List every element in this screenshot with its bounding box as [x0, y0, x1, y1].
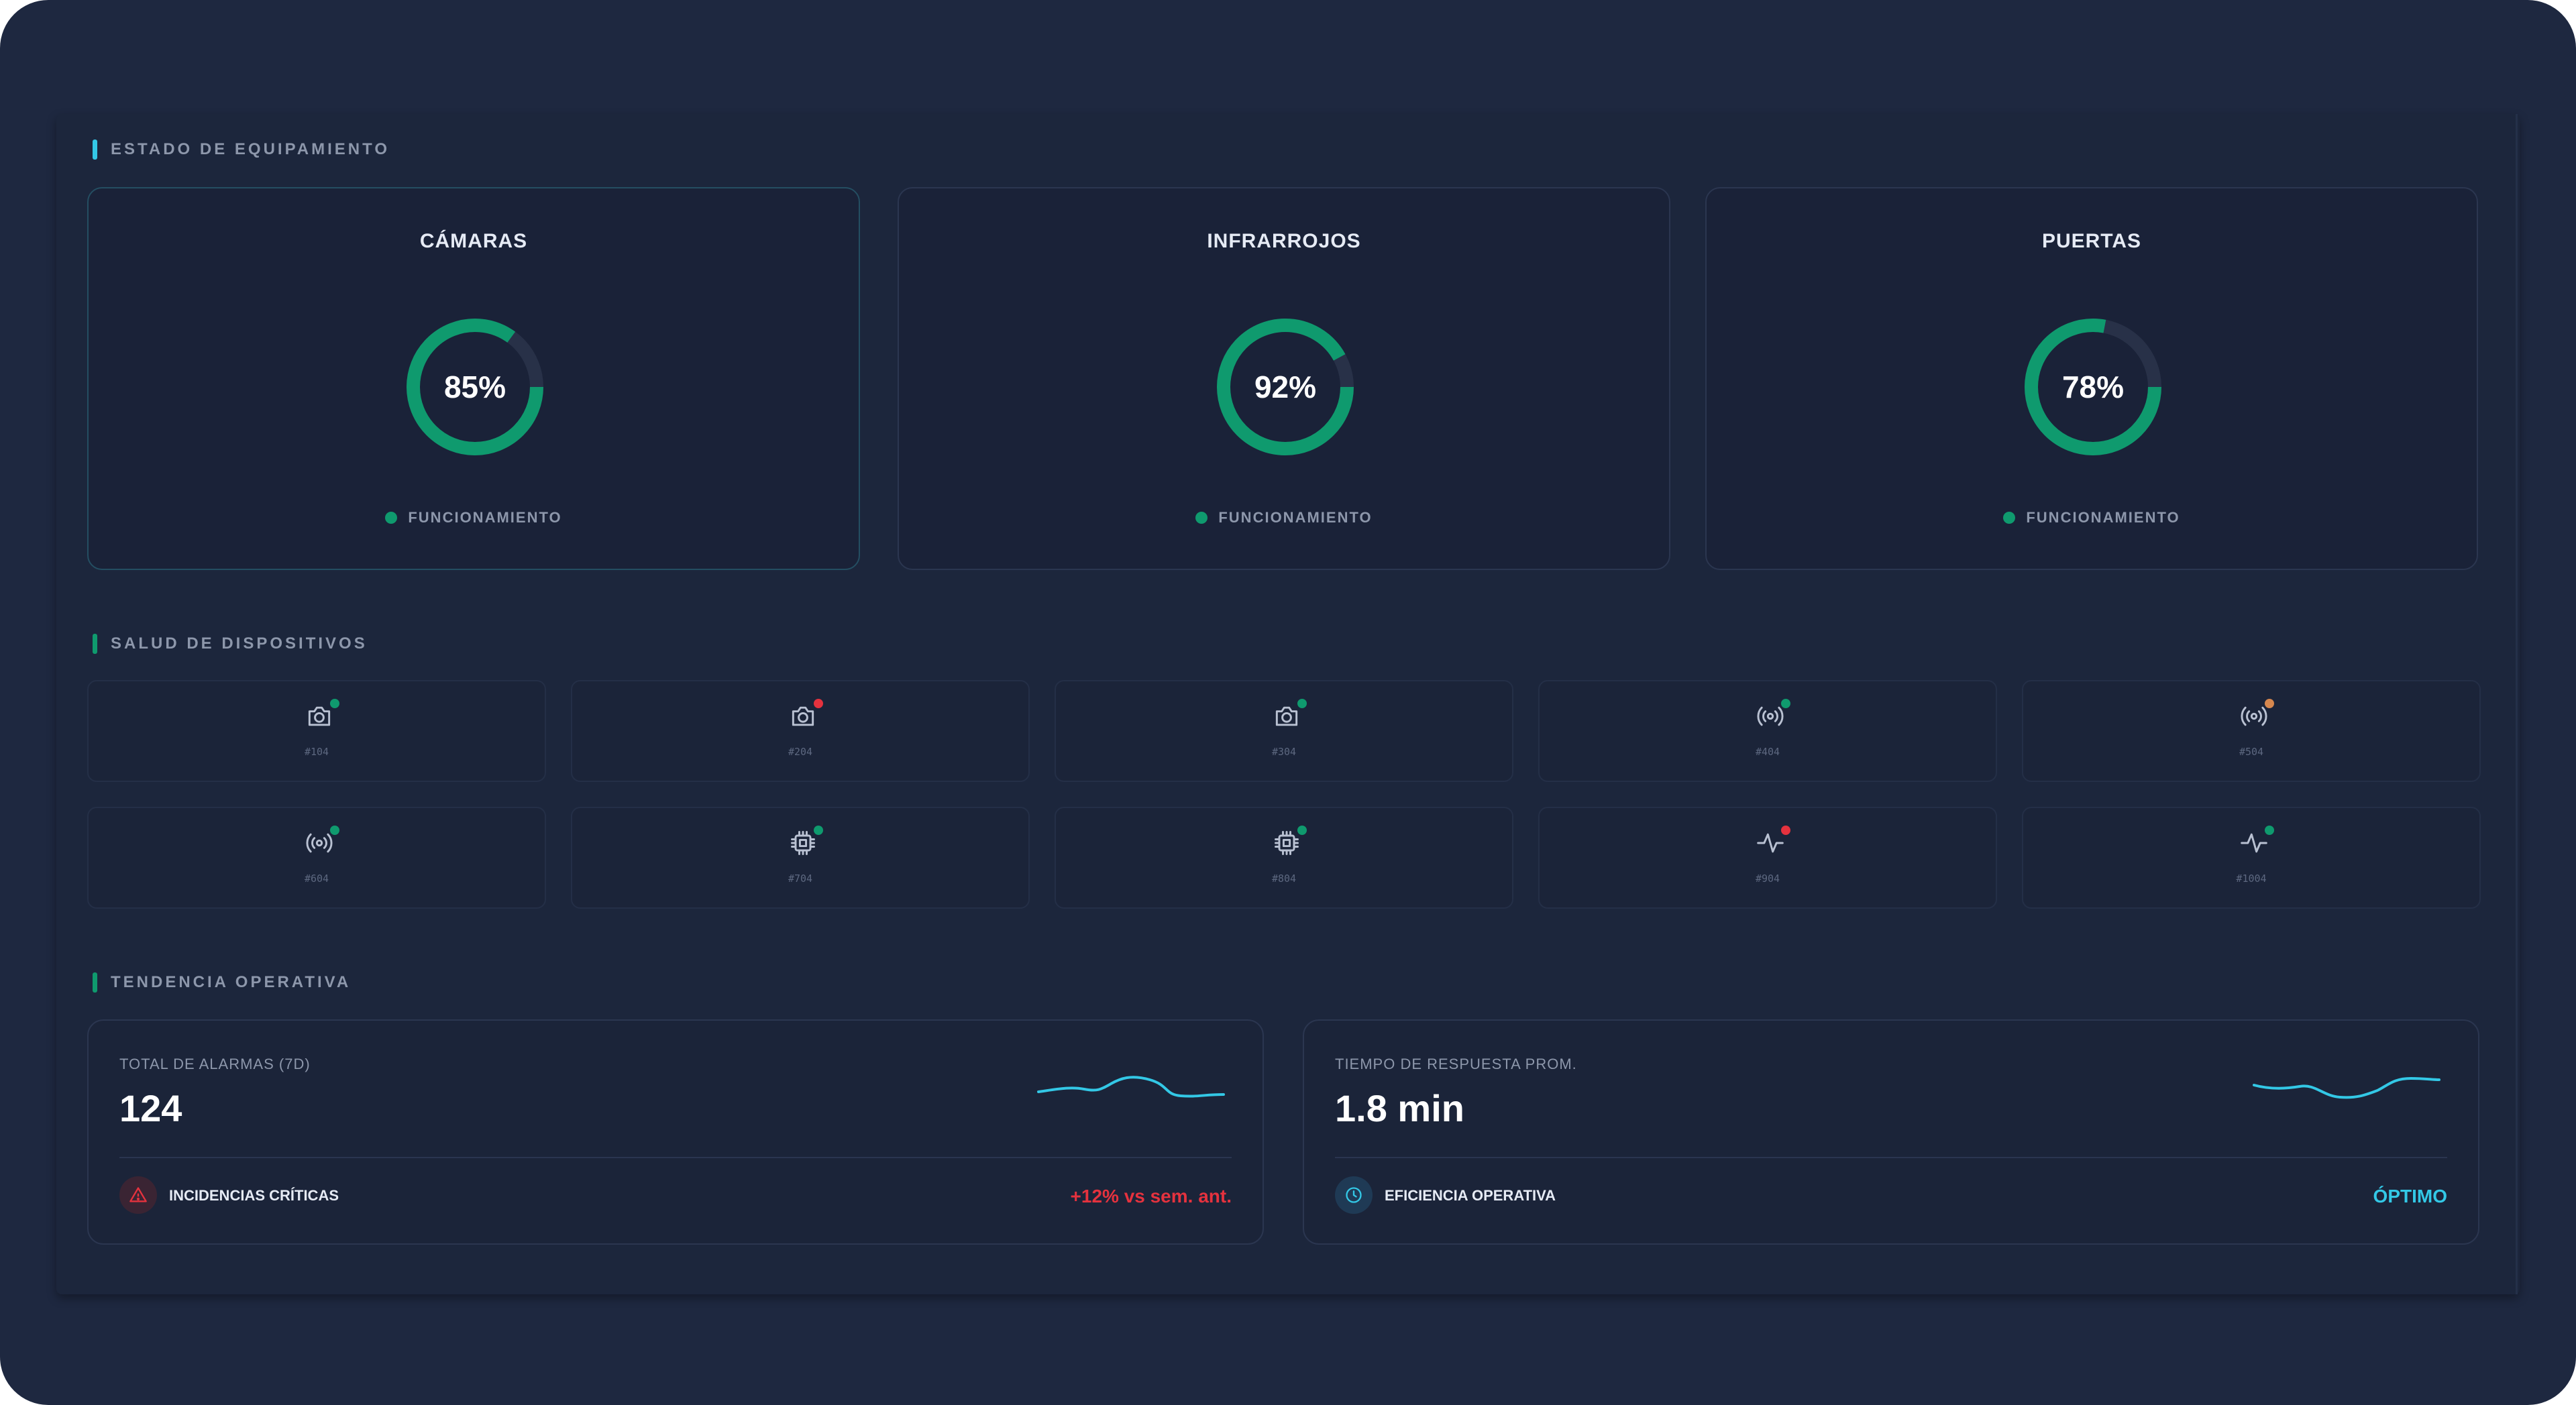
device-tile[interactable]: #704	[571, 807, 1030, 909]
equipment-card-title: CÁMARAS	[419, 230, 528, 252]
section-title-text: SALUD DE DISPOSITIVOS	[111, 634, 368, 653]
equipment-card-title: INFRARROJOS	[1207, 230, 1361, 252]
device-code: #204	[788, 746, 813, 758]
equipment-card-doors[interactable]: PUERTAS 78% FUNCIONAMIENTO	[1705, 187, 2478, 570]
app-window: ESTADO DE EQUIPAMIENTO CÁMARAS 85% FUNCI…	[0, 0, 2576, 1405]
camera-icon	[792, 706, 814, 726]
pulse-icon	[2241, 833, 2267, 853]
device-status-dot	[2265, 699, 2274, 708]
equipment-card-cameras[interactable]: CÁMARAS 85% FUNCIONAMIENTO	[87, 187, 860, 570]
device-tile[interactable]: #804	[1055, 807, 1513, 909]
section-title-trend: TENDENCIA OPERATIVA	[93, 972, 351, 993]
device-code: #304	[1271, 746, 1297, 758]
divider	[119, 1157, 1232, 1158]
equipment-percent: 85%	[443, 370, 506, 404]
status-dot	[2003, 512, 2016, 524]
device-tile[interactable]: #204	[571, 680, 1030, 782]
device-status-dot	[330, 826, 339, 835]
device-tile[interactable]: #304	[1055, 680, 1513, 782]
section-title-text: TENDENCIA OPERATIVA	[111, 973, 352, 991]
equipment-card-title: PUERTAS	[2041, 230, 2142, 252]
device-code: #404	[1755, 746, 1780, 758]
device-status-dot	[814, 699, 823, 708]
device-tile[interactable]: #1004	[2022, 807, 2481, 909]
section-marker	[93, 139, 97, 160]
device-tile[interactable]: #904	[1538, 807, 1997, 909]
chip-icon	[1275, 831, 1299, 855]
divider	[1335, 1157, 2447, 1158]
device-code: #104	[304, 746, 329, 758]
trend-label: TOTAL DE ALARMAS (7D)	[119, 1056, 311, 1072]
camera-icon	[308, 706, 331, 726]
equipment-status: FUNCIONAMIENTO	[899, 509, 1669, 526]
infrared-sensor-icon	[306, 833, 333, 853]
trend-footer-label: INCIDENCIAS CRÍTICAS	[169, 1187, 339, 1204]
equipment-status-label: FUNCIONAMIENTO	[408, 509, 562, 526]
device-code: #1004	[2236, 873, 2267, 885]
device-status-dot	[814, 826, 823, 835]
equipment-status-label: FUNCIONAMIENTO	[2026, 509, 2180, 526]
device-status-dot	[1297, 826, 1307, 835]
device-tile[interactable]: #404	[1538, 680, 1997, 782]
status-dot	[385, 512, 398, 524]
camera-icon	[1275, 706, 1298, 726]
device-tile[interactable]: #504	[2022, 680, 2481, 782]
pulse-icon	[1757, 833, 1784, 853]
device-code: #804	[1271, 873, 1297, 885]
device-status-dot	[1781, 826, 1790, 835]
status-dot	[1195, 512, 1208, 524]
device-status-dot	[1781, 699, 1790, 708]
panel-scrollbar-track	[2516, 114, 2518, 1294]
infrared-sensor-icon	[1757, 706, 1784, 726]
trend-footer-label: EFICIENCIA OPERATIVA	[1385, 1187, 1556, 1204]
clock-icon	[1335, 1176, 1373, 1214]
device-code: #504	[2239, 746, 2264, 758]
device-status-dot	[330, 699, 339, 708]
equipment-status-label: FUNCIONAMIENTO	[1218, 509, 1373, 526]
section-title-equipment: ESTADO DE EQUIPAMIENTO	[93, 139, 390, 160]
equipment-status: FUNCIONAMIENTO	[1707, 509, 2477, 526]
trend-status: ÓPTIMO	[2373, 1186, 2447, 1206]
equipment-percent: 92%	[1254, 370, 1317, 404]
device-code: #704	[788, 873, 813, 885]
trend-label: TIEMPO DE RESPUESTA PROM.	[1335, 1056, 1577, 1072]
trend-card-alarms[interactable]: TOTAL DE ALARMAS (7D) 124 INCIDENCIAS CR…	[87, 1019, 1264, 1245]
section-title-text: ESTADO DE EQUIPAMIENTO	[111, 140, 390, 158]
equipment-card-infrared[interactable]: INFRARROJOS 92% FUNCIONAMIENTO	[898, 187, 1670, 570]
section-marker	[93, 972, 97, 993]
device-code: #904	[1755, 873, 1780, 885]
device-code: #604	[304, 873, 329, 885]
trend-delta: +12% vs sem. ant.	[1070, 1186, 1232, 1206]
device-status-dot	[2265, 826, 2274, 835]
sparkline	[1037, 1076, 1225, 1098]
trend-card-response-time[interactable]: TIEMPO DE RESPUESTA PROM. 1.8 min EFICIE…	[1303, 1019, 2479, 1245]
section-marker	[93, 634, 97, 654]
device-tile[interactable]: #604	[87, 807, 546, 909]
trend-value: 124	[119, 1087, 182, 1129]
trend-value: 1.8 min	[1335, 1087, 1464, 1129]
device-tile[interactable]: #104	[87, 680, 546, 782]
sparkline	[2253, 1076, 2440, 1099]
equipment-percent: 78%	[2061, 370, 2125, 404]
section-title-devices: SALUD DE DISPOSITIVOS	[93, 634, 368, 654]
infrared-sensor-icon	[2241, 706, 2267, 726]
equipment-status: FUNCIONAMIENTO	[89, 509, 859, 526]
device-status-dot	[1297, 699, 1307, 708]
chip-icon	[791, 831, 815, 855]
warning-triangle-icon	[119, 1176, 157, 1214]
